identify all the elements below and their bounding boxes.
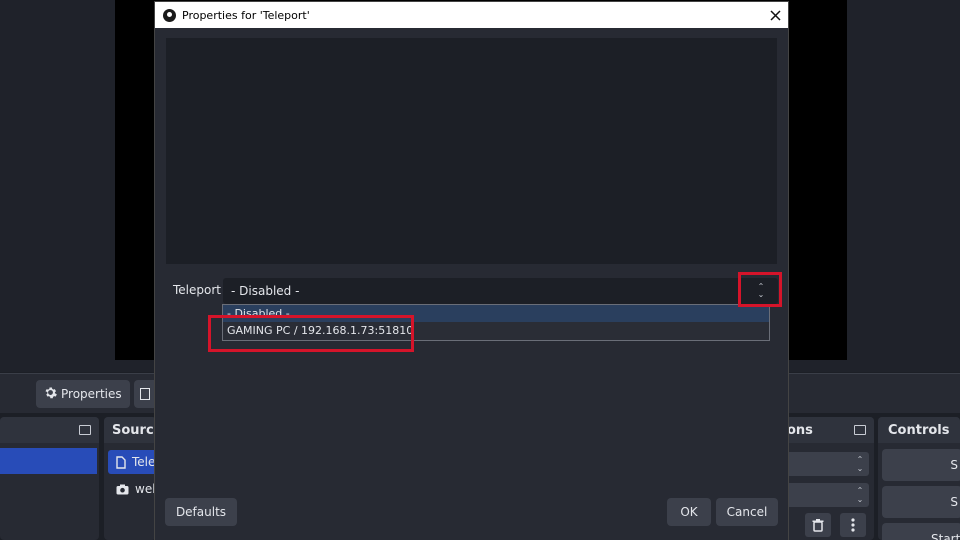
defaults-button[interactable]: Defaults (165, 498, 237, 526)
source-item-label: web (135, 482, 156, 496)
spin-arrows-icon: ⌃ ⌄ (856, 455, 864, 473)
gear-icon (44, 386, 57, 402)
file-icon (116, 455, 126, 469)
dialog-titlebar: Properties for 'Teleport' (155, 2, 788, 28)
highlight-combo-arrow (738, 272, 782, 307)
scene-item-selected[interactable] (0, 448, 97, 474)
filter-icon (140, 388, 150, 400)
teleport-label: Teleport (173, 283, 221, 297)
start-streaming-button[interactable]: S (882, 449, 960, 481)
spin-arrows-icon: ⌃ ⌄ (856, 486, 864, 504)
more-vertical-icon (851, 518, 855, 532)
source-preview-area (166, 38, 777, 264)
camera-icon (116, 484, 129, 494)
teleport-combo-value: - Disabled - (231, 284, 300, 298)
transition-menu-button[interactable] (840, 513, 866, 537)
trash-icon (812, 518, 824, 532)
start-virtual-camera-button[interactable]: Start V (882, 523, 960, 540)
sources-dock: Source Tele web (104, 417, 156, 540)
source-item[interactable]: web (108, 477, 156, 501)
transition-select[interactable]: ⌃ ⌄ (777, 452, 869, 476)
obs-logo-icon (163, 8, 176, 22)
scenes-dock (0, 417, 99, 540)
dialog-title: Properties for 'Teleport' (182, 8, 310, 22)
transitions-dock: ons ⌃ ⌄ ⌃ ⌄ (777, 417, 874, 540)
undock-icon[interactable] (79, 425, 91, 435)
teleport-combo[interactable]: - Disabled - ⌃ ⌄ (223, 278, 778, 304)
undock-icon[interactable] (854, 425, 866, 435)
controls-title: Controls (888, 422, 950, 438)
sources-title: Source (112, 422, 156, 438)
source-item[interactable]: Tele (108, 450, 156, 474)
properties-label: Properties (61, 387, 122, 401)
start-recording-button[interactable]: S (882, 486, 960, 518)
cancel-button[interactable]: Cancel (716, 498, 778, 526)
properties-button[interactable]: Properties (36, 380, 130, 408)
highlight-gaming-pc-option (208, 315, 414, 352)
close-button[interactable] (762, 2, 788, 28)
duration-spinbox[interactable]: ⌃ ⌄ (777, 483, 869, 507)
source-item-label: Tele (132, 455, 156, 469)
transitions-title: ons (787, 422, 813, 438)
properties-dialog: Properties for 'Teleport' Teleport - Dis… (155, 2, 788, 540)
ok-button[interactable]: OK (667, 498, 711, 526)
remove-transition-button[interactable] (805, 513, 831, 537)
controls-dock: Controls S S Start V (878, 417, 960, 540)
close-icon (769, 9, 781, 21)
